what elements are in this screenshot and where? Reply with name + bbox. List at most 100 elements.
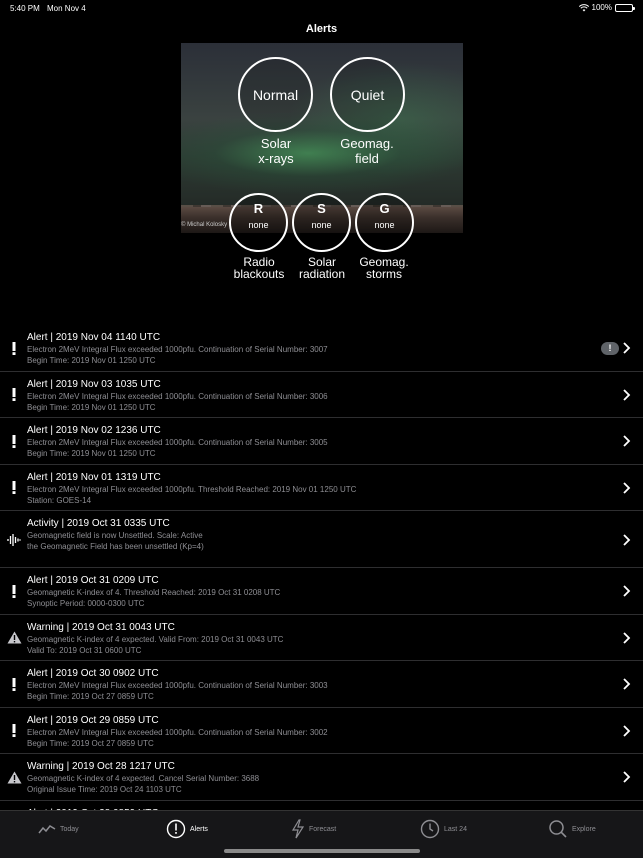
alert-detail: Electron 2MeV Integral Flux exceeded 100… [27,345,328,354]
exclamation-icon [6,583,22,599]
alert-row[interactable]: Warning | 2019 Oct 28 1217 UTC Geomagneti… [0,754,643,801]
chevron-right-icon [623,725,631,737]
status-bar: 5:40 PM Mon Nov 4 100% [0,0,643,16]
alert-title: Warning | 2019 Oct 31 0043 UTC [27,621,175,633]
alert-title: Alert | 2019 Nov 01 1319 UTC [27,471,161,483]
tab-last24[interactable]: Last 24 [420,818,467,840]
alert-row[interactable]: Alert | 2019 Oct 28 0859 UTC [0,801,643,811]
solar-xrays-gauge[interactable]: Normal [238,57,313,132]
alert-row[interactable]: Alert | 2019 Oct 29 0859 UTC Electron 2Me… [0,708,643,754]
exclamation-icon [6,340,22,356]
search-icon [549,820,567,838]
alert-row[interactable]: Alert | 2019 Oct 30 0902 UTC Electron 2Me… [0,661,643,708]
page-title: Alerts [305,23,338,35]
alert-title: Alert | 2019 Oct 30 0902 UTC [27,668,159,679]
chevron-right-icon [623,342,631,354]
unread-badge: ! [601,341,619,355]
geomag-field-level: Quiet [350,86,385,103]
lightning-icon [291,819,305,839]
tab-forecast[interactable]: Forecast [291,818,336,840]
alert-detail: Geomagnetic K-index of 4. Threshold Reac… [27,588,281,597]
alert-title: Alert | 2019 Nov 03 1035 UTC [27,378,161,390]
tab-last24-label: Last 24 [444,825,467,833]
alert-row[interactable]: Alert | 2019 Oct 31 0209 UTC Geomagnetic … [0,568,643,615]
tab-today-label: Today [60,825,79,833]
battery-percent: 100% [591,3,612,12]
battery-icon [615,3,635,12]
status-date: Mon Nov 4 [47,4,86,13]
alert-detail: Valid To: 2019 Oct 31 0600 UTC [27,645,142,655]
chevron-right-icon [623,678,631,690]
radio-blackouts-gauge[interactable]: R none [229,193,288,252]
tab-forecast-label: Forecast [309,825,337,833]
exclamation-icon [6,676,22,692]
alert-detail: Geomagnetic K-index of 4 expected. Valid… [27,634,284,644]
tab-explore[interactable]: Explore [548,818,596,840]
alert-detail: Begin Time: 2019 Oct 27 0859 UTC [27,692,154,701]
warning-icon [6,630,22,646]
alert-title: Alert | 2019 Nov 02 1236 UTC [27,425,161,436]
alert-detail: Begin Time: 2019 Oct 27 0859 UTC [27,738,154,748]
chevron-right-icon [623,585,631,597]
activity-icon [6,532,22,548]
tab-today[interactable]: Today [38,818,79,840]
photo-credit: © Michal Kolosky [181,222,228,228]
alert-detail: Electron 2MeV Integral Flux exceeded 100… [27,727,328,737]
geomag-storms-gauge[interactable]: G none [355,193,414,252]
alert-detail: Electron 2MeV Integral Flux exceeded 100… [27,681,328,690]
alert-detail: Begin Time: 2019 Nov 01 1250 UTC [27,356,156,365]
alert-row[interactable]: Alert | 2019 Nov 04 1140 UTC Electron 2Me… [0,325,643,372]
alerts-list[interactable]: Alert | 2019 Nov 04 1140 UTC Electron 2Me… [0,325,643,810]
alert-circle-icon [166,819,186,839]
clock-icon [420,819,440,839]
home-indicator[interactable] [224,849,420,853]
alert-detail: Geomagnetic K-index of 4 expected. Cance… [27,774,260,783]
alert-row[interactable]: Alert | 2019 Nov 02 1236 UTC Electron 2Me… [0,418,643,465]
alert-detail: the Geomagnetic Field has been unsettled… [27,542,204,551]
alert-detail: Electron 2MeV Integral Flux exceeded 100… [27,391,328,401]
tab-explore-label: Explore [572,825,596,833]
alert-title: Alert | 2019 Nov 04 1140 UTC [27,332,161,343]
chevron-right-icon [623,482,631,494]
exclamation-icon [6,723,22,739]
alert-detail: Synoptic Period: 0000-0300 UTC [27,599,145,608]
alert-detail: Begin Time: 2019 Nov 01 1250 UTC [27,449,156,458]
chevron-right-icon [623,533,631,546]
exclamation-icon [6,433,22,449]
geomag-storms-label: Geomag. storms [359,255,409,281]
alert-title: Activity | 2019 Oct 31 0335 UTC [27,518,170,529]
alert-row[interactable]: Activity | 2019 Oct 31 0335 UTC Geomagnet… [0,511,643,568]
alert-row[interactable]: Alert | 2019 Nov 01 1319 UTC Electron 2Me… [0,465,643,511]
warning-icon [6,769,22,785]
radio-scale-letter: R [253,201,264,216]
chevron-right-icon [623,771,631,783]
exclamation-icon [6,387,22,403]
solar-xrays-level: Normal [252,86,299,103]
alert-title: Warning | 2019 Oct 28 1217 UTC [27,761,175,772]
tab-alerts-label: Alerts [190,825,208,833]
solar-radiation-gauge[interactable]: S none [292,193,351,252]
wifi-icon [578,3,589,11]
alert-detail: Original Issue Time: 2019 Oct 24 1103 UT… [27,785,182,794]
chevron-right-icon [623,632,631,644]
radio-scale-level: none [248,220,269,230]
geomag-field-label: Geomag. field [340,136,394,166]
alert-title: Alert | 2019 Oct 29 0859 UTC [27,714,159,726]
alert-row[interactable]: Alert | 2019 Nov 03 1035 UTC Electron 2Me… [0,372,643,418]
tab-alerts[interactable]: Alerts [166,818,208,840]
geomag-field-gauge[interactable]: Quiet [330,57,405,132]
exclamation-icon [6,480,22,496]
chevron-right-icon [623,435,631,447]
geomag-scale-letter: G [379,201,390,216]
chevron-right-icon [623,389,631,401]
alert-detail: Station: GOES-14 [27,495,92,505]
status-right: 100% [578,3,635,12]
alert-detail: Begin Time: 2019 Nov 01 1250 UTC [27,402,156,412]
solar-scale-letter: S [317,201,326,216]
alert-row[interactable]: Warning | 2019 Oct 31 0043 UTC Geomagneti… [0,615,643,661]
geomag-scale-level: none [374,220,395,230]
trend-icon [38,825,56,834]
alert-detail: Electron 2MeV Integral Flux exceeded 100… [27,484,357,494]
alert-detail: Electron 2MeV Integral Flux exceeded 100… [27,438,328,447]
alert-title: Alert | 2019 Oct 31 0209 UTC [27,575,159,586]
